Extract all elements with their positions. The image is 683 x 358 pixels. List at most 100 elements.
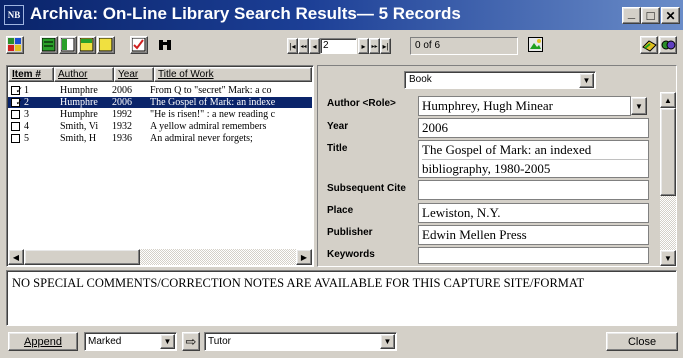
- first-record-button[interactable]: |◂: [287, 38, 298, 54]
- grid-view-button[interactable]: [6, 36, 24, 54]
- horizontal-scroll-thumb[interactable]: [24, 249, 140, 265]
- row-checkbox[interactable]: ✓: [11, 86, 23, 95]
- column-year[interactable]: Year: [114, 67, 154, 82]
- settings-button[interactable]: [659, 36, 677, 54]
- row-title: A yellow admiral remembers: [150, 121, 267, 132]
- prev-record-button[interactable]: ◂: [309, 38, 320, 54]
- next-record-icon: ▸: [361, 41, 366, 51]
- table-row[interactable]: 4 Smith, Vi 1932 A yellow admiral rememb…: [8, 121, 312, 132]
- scroll-right-button[interactable]: ▶: [296, 249, 312, 265]
- row-title: An admiral never forgets;: [150, 133, 253, 144]
- next-page-button[interactable]: ▸▸: [369, 38, 380, 54]
- title-line-2: bibliography, 1980-2005: [422, 161, 551, 176]
- row-item-number: 3: [24, 109, 29, 120]
- row-year: 1992: [112, 109, 132, 120]
- minimize-icon: _: [627, 5, 636, 20]
- prev-record-icon: ◂: [312, 41, 317, 51]
- row-author: Humphre: [60, 97, 98, 108]
- subsequent-cite-field[interactable]: [418, 180, 649, 200]
- chevron-down-icon[interactable]: ▼: [160, 334, 175, 349]
- publisher-field[interactable]: Edwin Mellen Press: [418, 225, 649, 245]
- author-field[interactable]: Humphrey, Hugh Minear: [418, 96, 631, 116]
- keywords-label: Keywords: [327, 249, 375, 260]
- record-type-value: Book: [409, 74, 432, 85]
- maximize-icon: □: [646, 8, 655, 23]
- close-button[interactable]: Close: [606, 332, 678, 351]
- append-button[interactable]: Append: [8, 332, 78, 351]
- marked-select[interactable]: Marked ▼: [84, 332, 177, 351]
- publisher-label: Publisher: [327, 227, 373, 238]
- last-record-button[interactable]: ▸|: [380, 38, 391, 54]
- row-checkbox[interactable]: [11, 134, 20, 143]
- search-button[interactable]: [156, 36, 174, 54]
- layout-split-button[interactable]: [59, 36, 77, 54]
- chevron-down-icon[interactable]: ▼: [579, 73, 594, 88]
- scroll-up-button[interactable]: ▲: [660, 92, 676, 108]
- settings-icon: [661, 40, 675, 50]
- record-number-input[interactable]: 2: [320, 38, 357, 54]
- target-select[interactable]: Tutor ▼: [204, 332, 397, 351]
- chevron-down-icon[interactable]: ▼: [380, 334, 395, 349]
- table-row-selected[interactable]: ✓ 2 Humphre 2006 The Gospel of Mark: an …: [8, 97, 312, 108]
- chevron-down-icon: ▼: [635, 101, 643, 111]
- table-row[interactable]: 3 Humphre 1992 "He is risen!" : a new re…: [8, 109, 312, 120]
- arrow-left-icon: ◀: [12, 252, 20, 262]
- window-title: Archiva: On-Line Library Search Results—…: [30, 4, 461, 23]
- title-field[interactable]: The Gospel of Mark: an indexed bibliogra…: [418, 140, 649, 178]
- layout-single-button[interactable]: [40, 36, 58, 54]
- row-checkbox[interactable]: [11, 122, 20, 131]
- column-author[interactable]: Author: [54, 67, 114, 82]
- table-row[interactable]: 5 Smith, H 1936 An admiral never forgets…: [8, 133, 312, 144]
- export-button[interactable]: [640, 36, 658, 54]
- table-row[interactable]: ✓ 1 Humphre 2006 From Q to "secret" Mark…: [8, 85, 312, 96]
- checkmark-icon: [132, 38, 146, 52]
- column-title[interactable]: Title of Work: [154, 67, 312, 82]
- prev-page-icon: ◂◂: [300, 43, 307, 50]
- layout-blank-icon: [99, 38, 113, 52]
- record-type-select[interactable]: Book ▼: [404, 71, 596, 89]
- minimize-button[interactable]: _: [622, 5, 641, 24]
- layout-single-icon: [42, 38, 56, 52]
- scroll-down-button[interactable]: ▼: [660, 250, 676, 266]
- close-window-button[interactable]: ✕: [661, 7, 680, 24]
- close-label: Close: [627, 335, 657, 348]
- marked-value: Marked: [88, 336, 122, 347]
- row-item-number: 1: [24, 85, 29, 96]
- next-record-button[interactable]: ▸: [358, 38, 369, 54]
- author-dropdown-button[interactable]: ▼: [631, 97, 647, 115]
- column-item-number[interactable]: Item #: [8, 67, 54, 82]
- year-field[interactable]: 2006: [418, 118, 649, 138]
- row-checkbox[interactable]: [11, 110, 20, 119]
- place-label: Place: [327, 205, 354, 216]
- row-year: 1932: [112, 121, 132, 132]
- picture-button[interactable]: [527, 36, 545, 54]
- row-item-number: 4: [24, 121, 29, 132]
- last-record-icon: ▸|: [382, 41, 389, 51]
- row-item-number: 5: [24, 133, 29, 144]
- maximize-button[interactable]: □: [641, 7, 660, 24]
- row-title: From Q to "secret" Mark: a co: [150, 85, 272, 96]
- prev-page-button[interactable]: ◂◂: [298, 38, 309, 54]
- row-year: 2006: [112, 85, 132, 96]
- send-to-button[interactable]: ⇨: [182, 332, 200, 351]
- layout-blank-button[interactable]: [97, 36, 115, 54]
- scroll-left-button[interactable]: ◀: [8, 249, 24, 265]
- vertical-scroll-thumb[interactable]: [660, 108, 676, 196]
- row-item-number: 2: [24, 97, 29, 108]
- author-label: Author <Role>: [327, 98, 396, 109]
- keywords-field[interactable]: [418, 247, 649, 264]
- title-bar[interactable]: NB Archiva: On-Line Library Search Resul…: [0, 0, 683, 30]
- mark-button[interactable]: [130, 36, 148, 54]
- title-line-1: The Gospel of Mark: an indexed: [422, 141, 648, 160]
- checkmark-icon: ✓: [15, 87, 24, 94]
- picture-icon: [528, 37, 543, 52]
- layout-yellow-button[interactable]: [78, 36, 96, 54]
- row-checkbox[interactable]: ✓: [11, 98, 23, 107]
- row-author: Humphre: [60, 85, 98, 96]
- year-label: Year: [327, 121, 349, 132]
- row-author: Smith, Vi: [60, 121, 99, 132]
- checkmark-icon: ✓: [15, 99, 24, 106]
- first-record-icon: |◂: [289, 41, 296, 51]
- row-author: Humphre: [60, 109, 98, 120]
- place-field[interactable]: Lewiston, N.Y.: [418, 203, 649, 223]
